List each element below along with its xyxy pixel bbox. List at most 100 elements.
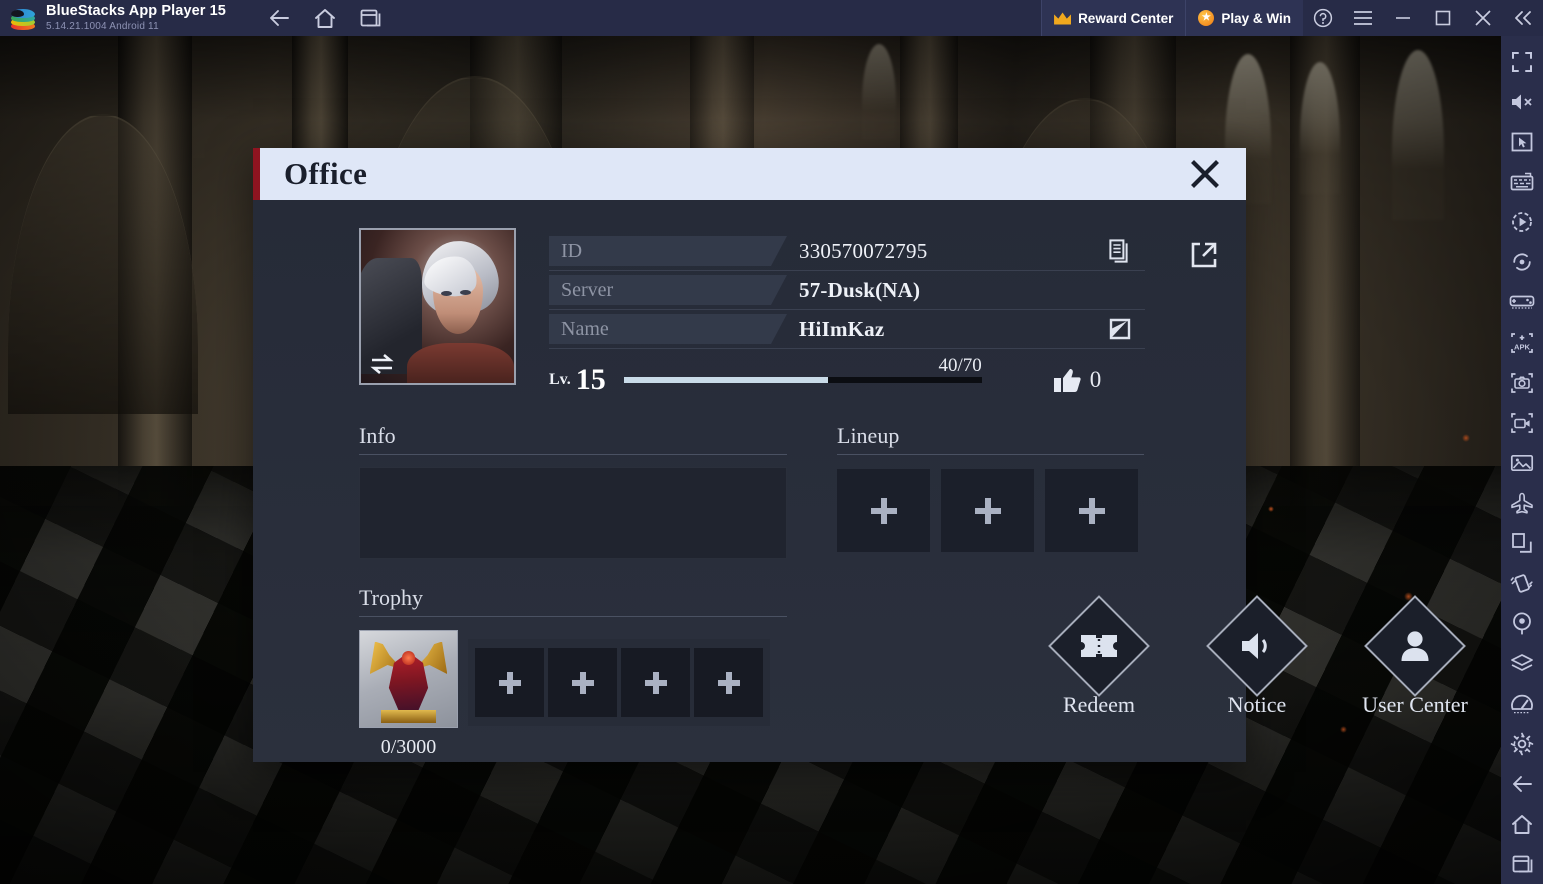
sidebar-item-multi-instance[interactable] [1502, 524, 1542, 563]
trophy-featured[interactable]: 0/3000 [359, 630, 458, 759]
sidebar-item-location[interactable] [1502, 604, 1542, 643]
lineup-title: Lineup [837, 423, 900, 448]
home-icon[interactable] [310, 5, 340, 31]
chevron-double-left-icon[interactable] [1503, 0, 1543, 36]
arrow-left-icon[interactable] [264, 5, 294, 31]
speaker-mute-icon [1510, 92, 1534, 112]
bluestacks-titlebar: BlueStacks App Player 15 5.14.21.1004 An… [0, 0, 1543, 36]
sidebar-item-android-back[interactable] [1502, 765, 1542, 804]
maximize-icon[interactable] [1423, 0, 1463, 36]
sidebar-item-install-apk[interactable]: APK [1502, 323, 1542, 362]
profile-row-name: Name HiImKaz [549, 310, 1145, 349]
profile-row-id: ID 330570072795 [549, 232, 1217, 271]
lineup-slot-2[interactable] [941, 469, 1034, 552]
id-label: ID [561, 239, 583, 262]
lineup-section: Lineup [837, 423, 1144, 559]
trophy-slot-3[interactable] [621, 648, 690, 717]
trophy-title: Trophy [359, 585, 423, 610]
plus-icon [571, 671, 594, 694]
name-value: HiImKaz [799, 316, 885, 341]
video-camera-icon [1510, 412, 1534, 434]
trophy-slot-4[interactable] [694, 648, 763, 717]
sidebar-item-fullscreen[interactable] [1502, 42, 1542, 81]
arrow-left-icon [1511, 774, 1533, 794]
info-section: Info [359, 423, 787, 559]
airplane-icon [1510, 492, 1534, 514]
close-icon[interactable] [1463, 0, 1503, 36]
external-link-icon[interactable] [1189, 240, 1219, 270]
redeem-button[interactable]: Redeem [1048, 595, 1150, 718]
sidebar-item-gamepad[interactable] [1502, 283, 1542, 322]
action-buttons: Redeem Notice User Center [1048, 595, 1468, 718]
ember-particle [1268, 506, 1274, 512]
info-title: Info [359, 423, 396, 448]
sidebar-item-shake[interactable] [1502, 564, 1542, 603]
lineup-slot-3[interactable] [1045, 469, 1138, 552]
cursor-box-icon [1511, 131, 1533, 153]
gear-icon [1510, 732, 1534, 756]
page-title: Office [284, 156, 368, 191]
id-value: 330570072795 [799, 238, 928, 263]
sidebar-item-performance[interactable] [1502, 684, 1542, 723]
close-dialog-button[interactable] [1184, 153, 1226, 195]
plus-icon [1078, 497, 1105, 524]
sidebar-item-macro-recorder[interactable] [1502, 203, 1542, 242]
trophy-slot-1[interactable] [475, 648, 544, 717]
location-pin-icon [1512, 612, 1532, 636]
reward-center-label: Reward Center [1078, 10, 1174, 26]
sidebar-item-cursor[interactable] [1502, 122, 1542, 161]
star-badge-icon [1198, 10, 1215, 26]
question-circle-icon[interactable] [1303, 0, 1343, 36]
level-value: 15 [575, 363, 606, 396]
speaker-icon [1240, 631, 1274, 661]
profile-row-server: Server 57-Dusk(NA) [549, 271, 1145, 310]
ember-particle [1340, 726, 1347, 733]
recents-icon [1512, 854, 1533, 874]
copy-windows-icon [1511, 532, 1533, 554]
thumbs-up-icon [1053, 368, 1081, 393]
camera-icon [1510, 372, 1534, 394]
info-content[interactable] [359, 467, 787, 559]
profile-details: ID 330570072795 Server 57-Dusk(NA) Name … [549, 228, 1217, 397]
play-and-win-label: Play & Win [1221, 10, 1291, 26]
like-counter[interactable]: 0 [1053, 367, 1101, 393]
minimize-icon[interactable] [1383, 0, 1423, 36]
sidebar-item-keyboard-controls[interactable] [1502, 162, 1542, 201]
user-center-button[interactable]: User Center [1362, 595, 1468, 718]
recents-icon[interactable] [356, 5, 386, 31]
dialog-header: Office [253, 148, 1246, 200]
screen: Office ID 330570072795 Server 57-Dusk(NA… [0, 0, 1543, 884]
shake-icon [1510, 572, 1534, 594]
sidebar-item-mute[interactable] [1502, 82, 1542, 121]
plus-icon [717, 671, 740, 694]
hamburger-icon[interactable] [1343, 0, 1383, 36]
crown-icon [1054, 12, 1071, 25]
reward-center-button[interactable]: Reward Center [1041, 0, 1186, 36]
sidebar-item-screenshot[interactable] [1502, 363, 1542, 402]
lineup-slot-1[interactable] [837, 469, 930, 552]
plus-icon [644, 671, 667, 694]
app-title: BlueStacks App Player 15 [46, 3, 226, 20]
trophy-count: 0/3000 [380, 736, 437, 758]
sidebar-item-media-manager[interactable] [1502, 443, 1542, 482]
server-label: Server [561, 278, 614, 301]
gamepad-icon [1509, 293, 1535, 311]
sidebar-item-record-screen[interactable] [1502, 403, 1542, 442]
play-and-win-button[interactable]: Play & Win [1185, 0, 1303, 36]
notice-button[interactable]: Notice [1206, 595, 1308, 718]
sidebar-item-settings[interactable] [1502, 724, 1542, 763]
bluestacks-layers-icon [10, 5, 36, 31]
sidebar-item-layers[interactable] [1502, 644, 1542, 683]
red-gold-armor-trophy-icon [359, 630, 458, 728]
sidebar-item-android-home[interactable] [1502, 805, 1542, 844]
trophy-slot-2[interactable] [548, 648, 617, 717]
sidebar-item-rotate[interactable] [1502, 243, 1542, 282]
swap-arrows-icon[interactable] [369, 353, 395, 375]
avatar[interactable] [359, 228, 516, 385]
server-value: 57-Dusk(NA) [799, 277, 921, 302]
edit-pencil-icon[interactable] [1107, 316, 1133, 342]
copy-icon[interactable] [1107, 238, 1133, 264]
person-icon [1400, 630, 1430, 662]
sidebar-item-android-recents[interactable] [1502, 845, 1542, 884]
sidebar-item-eco-mode[interactable] [1502, 484, 1542, 523]
